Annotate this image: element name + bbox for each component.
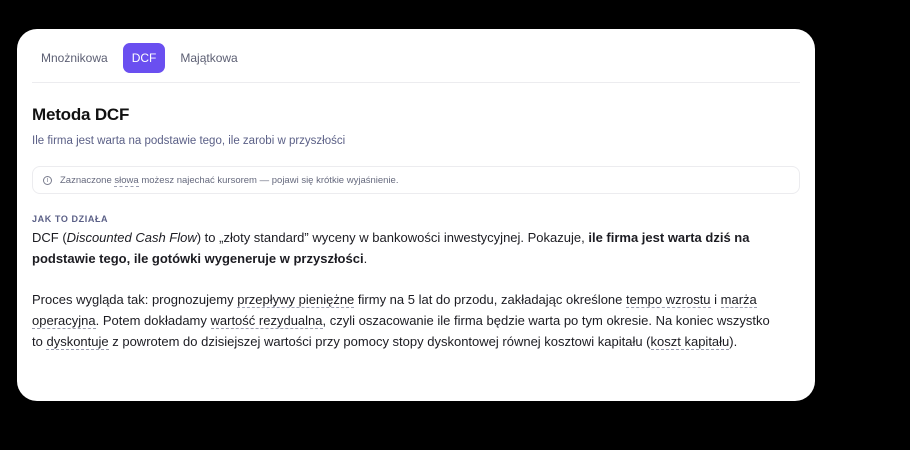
term-slowa[interactable]: słowa	[114, 174, 139, 187]
italic-term: Discounted Cash Flow	[66, 230, 197, 245]
info-icon: i	[43, 175, 52, 185]
hint-box: i Zaznaczone słowa możesz najechać kurso…	[32, 166, 800, 194]
page-subtitle: Ile firma jest warta na podstawie tego, …	[32, 135, 346, 147]
method-tabs: Mnożnikowa DCF Majątkowa	[32, 43, 800, 83]
term-wartosc-rezydualna[interactable]: wartość rezydualna	[210, 313, 323, 329]
section-label: JAK TO DZIAŁA	[32, 214, 109, 224]
tab-mnoznikowa[interactable]: Mnożnikowa	[32, 44, 117, 72]
term-koszt-kapitalu[interactable]: koszt kapitału	[650, 334, 730, 350]
page-title: Metoda DCF	[32, 105, 130, 124]
term-przeplywy[interactable]: przepływy pieniężne	[237, 292, 355, 308]
term-dyskontuje[interactable]: dyskontuje	[46, 334, 109, 350]
term-tempo-wzrostu[interactable]: tempo wzrostu	[626, 292, 711, 308]
method-card: Mnożnikowa DCF Majątkowa Metoda DCF Ile …	[17, 29, 815, 401]
tab-dcf[interactable]: DCF	[122, 43, 166, 73]
tab-majatkowa[interactable]: Majątkowa	[171, 44, 246, 72]
paragraph-intro: DCF (Discounted Cash Flow) to „złoty sta…	[32, 230, 750, 266]
paragraph-process: Proces wygląda tak: prognozujemy przepły…	[32, 292, 770, 350]
hint-text: Zaznaczone słowa możesz najechać kursore…	[60, 174, 399, 187]
